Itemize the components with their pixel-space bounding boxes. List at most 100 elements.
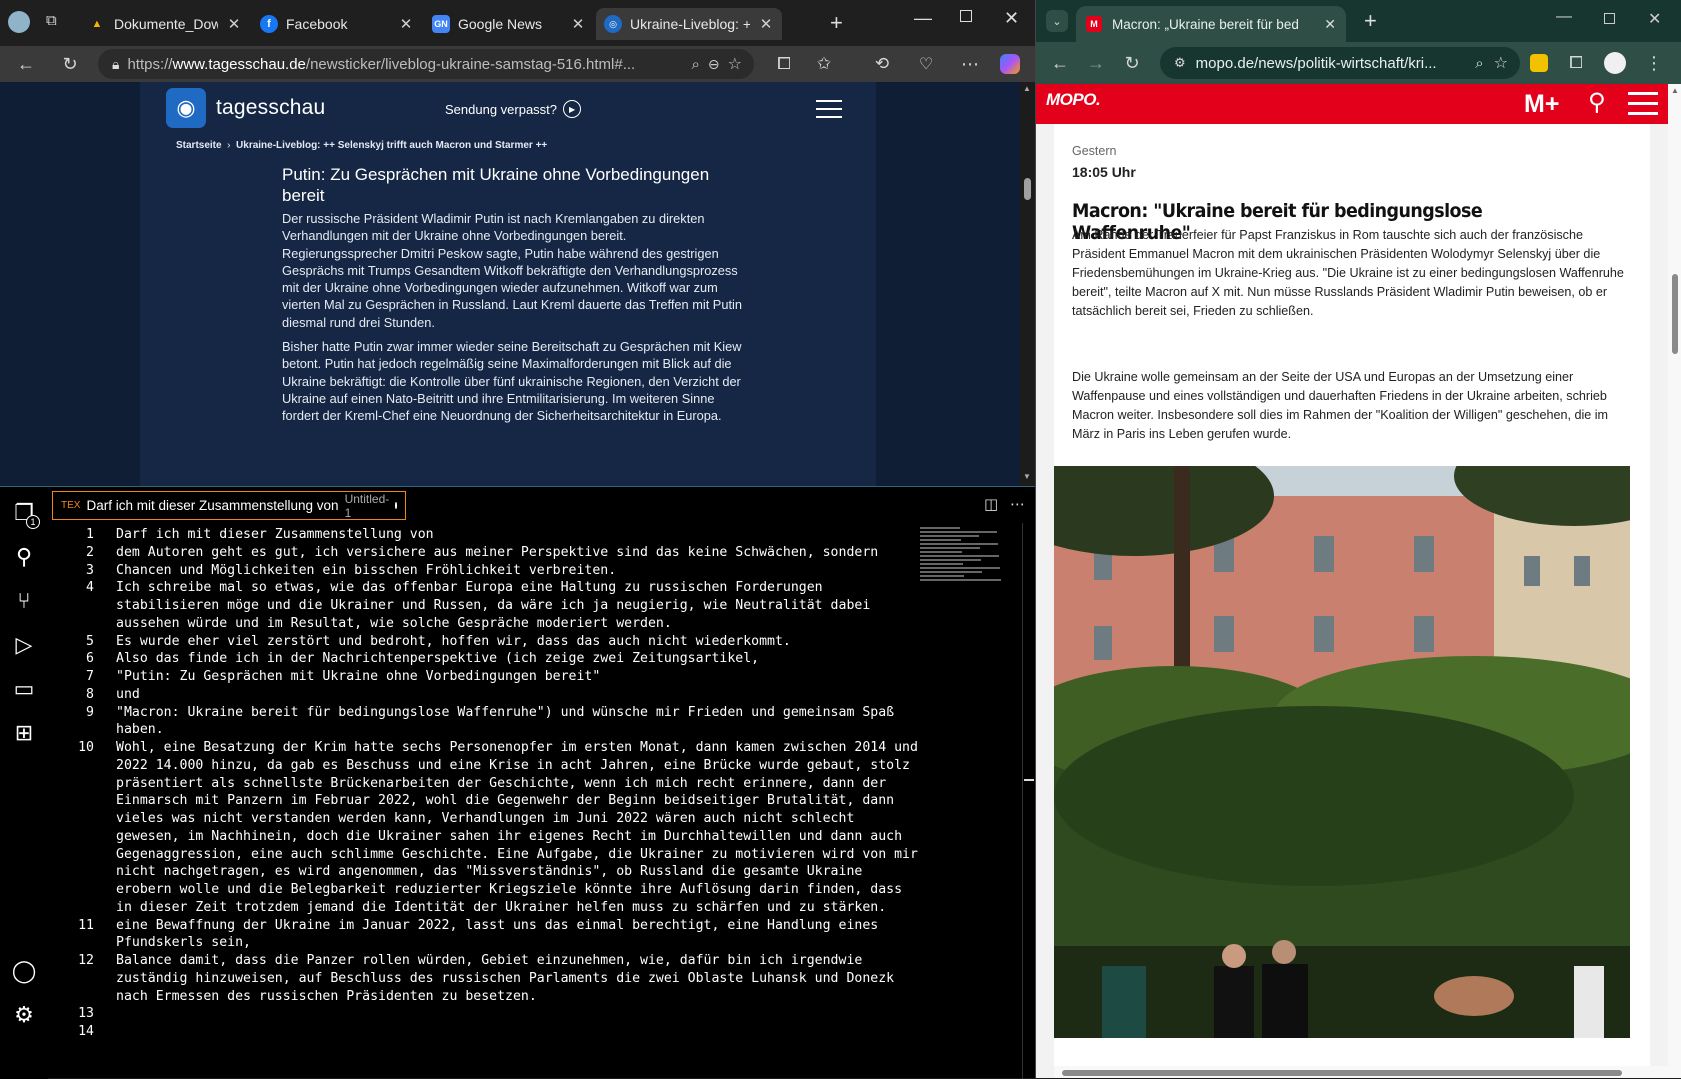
code-line[interactable]: "Putin: Zu Gesprächen mit Ukraine ohne V… — [116, 669, 600, 684]
source-control-icon[interactable]: ⑂ — [10, 587, 38, 615]
edge-tab-dokumente[interactable]: ▲ Dokumente_Download ✕ — [80, 8, 250, 40]
code-line[interactable]: Gegenaggression, eine auch schlimme Gesc… — [116, 847, 918, 862]
code-line[interactable]: aussehen würde und im Resultat, wie solc… — [116, 616, 672, 631]
code-line[interactable]: Darf ich mit dieser Zusammenstellung von — [116, 527, 434, 542]
hamburger-menu-icon[interactable] — [816, 100, 842, 124]
extensions-icon[interactable]: ⊞ — [10, 719, 38, 747]
code-line[interactable]: Balance damit, dass die Panzer rollen wü… — [116, 953, 862, 968]
code-line[interactable]: haben. — [116, 722, 164, 737]
search-icon[interactable]: ⚲ — [10, 543, 38, 571]
code-line[interactable]: Also das finde ich in der Nachrichtenper… — [116, 651, 759, 666]
more-menu-icon[interactable]: ⋯ — [956, 50, 984, 78]
settings-gear-icon[interactable]: ⚙ — [10, 1001, 38, 1029]
bookmark-star-icon[interactable]: ☆ — [1494, 53, 1508, 73]
horizontal-scrollbar-thumb[interactable] — [1062, 1070, 1622, 1076]
breadcrumb-current[interactable]: Ukraine-Liveblog: ++ Selenskyj trifft au… — [236, 140, 547, 151]
forward-arrow-icon[interactable]: → — [1082, 49, 1110, 77]
chrome-horizontal-scrollbar[interactable] — [1054, 1066, 1668, 1078]
maximize-icon[interactable] — [1604, 13, 1615, 24]
zoom-icon[interactable]: ⌕ — [1475, 55, 1483, 72]
edge-scrollbar[interactable]: ▲ ▼ — [1020, 82, 1035, 486]
code-line[interactable]: gewesen, im Nachhinein, doch die Ukraine… — [116, 829, 902, 844]
close-icon[interactable]: ✕ — [1324, 16, 1336, 33]
window-close-icon[interactable]: ✕ — [1648, 9, 1661, 29]
remote-explorer-icon[interactable]: ▭ — [10, 675, 38, 703]
search-icon[interactable]: ⚲ — [1588, 88, 1606, 117]
scrollbar-thumb[interactable] — [1024, 178, 1031, 200]
extension-yellow-icon[interactable] — [1530, 54, 1548, 72]
maximize-icon[interactable] — [960, 10, 972, 22]
minimize-icon[interactable]: — — [1556, 8, 1572, 26]
scroll-up-icon[interactable]: ▲ — [1023, 84, 1031, 93]
code-line[interactable]: Es wurde eher viel zerstört und bedroht,… — [116, 634, 791, 649]
edge-tab-facebook[interactable]: f Facebook ✕ — [252, 8, 422, 40]
code-line[interactable]: "Macron: Ukraine bereit für bedingungslo… — [116, 705, 894, 720]
tagesschau-logo-icon[interactable]: ◉ — [166, 88, 206, 128]
split-editor-icon[interactable]: ◫ — [984, 495, 998, 513]
close-icon[interactable]: ✕ — [226, 15, 242, 33]
site-info-icon[interactable]: ⚙ — [1174, 55, 1186, 71]
profile-avatar[interactable] — [1604, 52, 1626, 74]
minimap[interactable] — [920, 527, 1020, 587]
editor-tab[interactable]: TEX Darf ich mit dieser Zusammenstellung… — [52, 491, 406, 520]
code-line[interactable]: und — [116, 687, 140, 702]
close-icon[interactable]: ✕ — [398, 15, 414, 33]
code-line[interactable]: nach Ermessen des russischen Präsidenten… — [116, 989, 537, 1004]
edge-address-bar[interactable]: 🔒︎ https://www.tagesschau.de/newsticker/… — [98, 49, 754, 79]
minimize-icon[interactable]: — — [914, 8, 932, 29]
code-line[interactable]: Ich schreibe mal so etwas, wie das offen… — [116, 580, 823, 595]
code-line[interactable]: erobern wolle und die Belegbarkeit reduz… — [116, 882, 902, 897]
code-line[interactable]: Einmarsch mit Panzern im Februar 2022, w… — [116, 793, 894, 808]
code-line[interactable]: Wohl, eine Besatzung der Krim hatte sech… — [116, 740, 918, 755]
reading-icon[interactable]: ⊖ — [708, 56, 720, 73]
code-line[interactable]: dem Autoren geht es gut, ich versichere … — [116, 545, 878, 560]
account-icon[interactable]: ◯ — [10, 957, 38, 985]
new-tab-icon[interactable]: + — [1364, 8, 1377, 34]
breadcrumb-home[interactable]: Startseite — [176, 140, 222, 151]
scrollbar-thumb[interactable] — [1672, 274, 1678, 354]
code-line[interactable]: zuständig hinzuweisen, auf Beschluss des… — [116, 971, 894, 986]
unsaved-dot-icon[interactable] — [395, 502, 397, 509]
scroll-down-icon[interactable]: ▼ — [1023, 472, 1031, 481]
code-line[interactable]: nicht nachgetragen, es wird angenommen, … — [116, 864, 862, 879]
code-line[interactable]: vieles was nicht verstanden werden kann,… — [116, 811, 854, 826]
editor-more-icon[interactable]: ⋯ — [1010, 495, 1025, 513]
performance-icon[interactable]: ♡ — [912, 50, 940, 78]
article-photo[interactable] — [1054, 466, 1630, 1038]
close-icon[interactable]: ✕ — [570, 15, 586, 33]
history-icon[interactable]: ⟲ — [868, 50, 896, 78]
extensions-icon[interactable]: ⧠ — [1562, 49, 1590, 77]
scroll-up-icon[interactable]: ▲ — [1671, 86, 1679, 95]
chrome-scrollbar[interactable]: ▲ — [1668, 84, 1681, 1078]
code-line[interactable]: in dieser Zeit trotzdem jemand die Ident… — [116, 900, 886, 915]
reload-icon[interactable]: ↻ — [56, 50, 84, 78]
mopo-logo[interactable]: MOPO. — [1046, 90, 1101, 110]
code-line[interactable]: Chancen und Möglichkeiten ein bisschen F… — [116, 563, 616, 578]
code-editor[interactable]: 1 Darf ich mit dieser Zusammenstellung vo… — [48, 523, 1035, 1079]
window-close-icon[interactable]: ✕ — [1004, 8, 1019, 29]
editor-scrollbar[interactable] — [1022, 523, 1035, 1079]
new-tab-icon[interactable]: + — [830, 10, 843, 36]
close-icon[interactable]: ✕ — [758, 15, 774, 33]
sendung-verpasst-link[interactable]: Sendung verpasst? ▶ — [445, 100, 582, 118]
edge-tab-google-news[interactable]: GN Google News ✕ — [424, 8, 594, 40]
code-line[interactable]: Pfundskerls sein, — [116, 935, 251, 950]
copilot-icon[interactable] — [996, 50, 1024, 78]
reload-icon[interactable]: ↻ — [1118, 49, 1146, 77]
favorites-icon[interactable]: ✩ — [810, 50, 838, 78]
chrome-address-bar[interactable]: ⚙ mopo.de/news/politik-wirtschaft/kri...… — [1160, 47, 1520, 79]
code-line[interactable]: eine Bewaffnung der Ukraine im Januar 20… — [116, 918, 878, 933]
tab-search-icon[interactable]: ⌄ — [1046, 10, 1068, 32]
code-line[interactable]: stabilisieren möge und die Ukrainer und … — [116, 598, 870, 613]
code-line[interactable]: präsentiert als schnellste Brückenarbeit… — [116, 776, 886, 791]
back-arrow-icon[interactable]: ← — [1046, 49, 1074, 77]
tagesschau-brand[interactable]: tagesschau — [216, 96, 325, 120]
run-debug-icon[interactable]: ▷ — [10, 631, 38, 659]
chrome-tab-mopo[interactable]: M Macron: „Ukraine bereit für bed ✕ — [1076, 6, 1346, 42]
back-arrow-icon[interactable]: ← — [12, 50, 40, 78]
more-menu-icon[interactable]: ⋮ — [1640, 49, 1668, 77]
mopo-plus-button[interactable]: M+ — [1524, 90, 1559, 119]
edge-tab-ukraine-liveblog[interactable]: ◎ Ukraine-Liveblog: ++ S ✕ — [596, 8, 782, 40]
hamburger-menu-icon[interactable] — [1628, 92, 1658, 122]
favorite-star-icon[interactable]: ☆ — [728, 54, 742, 74]
